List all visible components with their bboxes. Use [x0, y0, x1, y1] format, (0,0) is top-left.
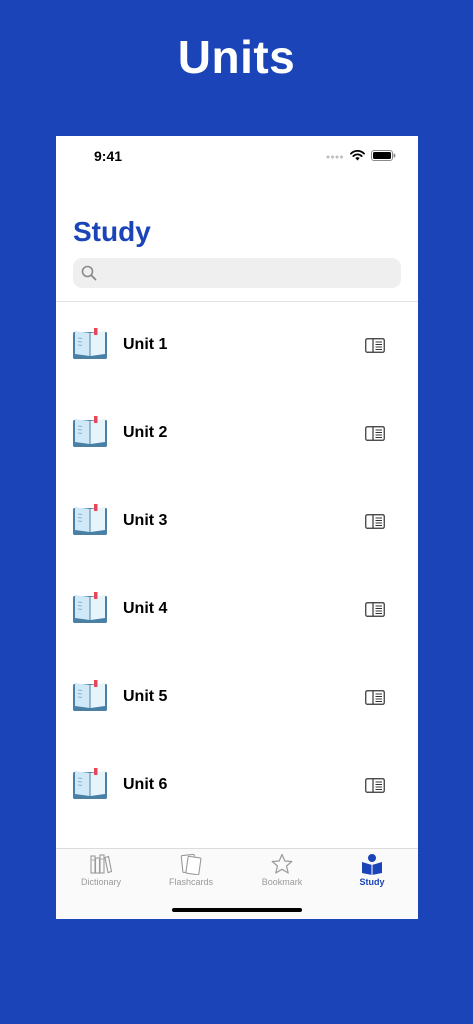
unit-list: Unit 1 Unit 2 Unit 3 Unit 4 Unit 5 Unit … — [56, 302, 418, 830]
unit-label: Unit 5 — [123, 688, 168, 705]
search-icon — [81, 265, 97, 281]
search-bar[interactable] — [73, 258, 401, 290]
tab-flashcards[interactable]: Flashcards — [146, 853, 236, 893]
open-book-icon — [73, 328, 107, 359]
study-reader-icon — [362, 854, 382, 875]
reader-icon[interactable] — [365, 602, 385, 617]
status-icons — [326, 150, 396, 161]
unit-row-1[interactable]: Unit 1 — [56, 302, 418, 390]
unit-row-4[interactable]: Unit 4 — [56, 566, 418, 654]
reader-icon[interactable] — [365, 690, 385, 705]
tab-dictionary[interactable]: Dictionary — [56, 853, 146, 893]
open-book-icon — [73, 680, 107, 711]
open-book-icon — [73, 416, 107, 447]
tab-study[interactable]: Study — [327, 853, 417, 893]
unit-label: Unit 6 — [123, 776, 168, 793]
unit-row-3[interactable]: Unit 3 — [56, 478, 418, 566]
open-book-icon — [73, 768, 107, 799]
battery-icon — [371, 150, 396, 161]
status-time: 9:41 — [94, 148, 123, 164]
cards-icon — [180, 853, 202, 875]
unit-label: Unit 4 — [123, 600, 168, 617]
unit-row-2[interactable]: Unit 2 — [56, 390, 418, 478]
open-book-icon — [73, 592, 107, 623]
reader-icon[interactable] — [365, 514, 385, 529]
page-title: Study — [73, 216, 151, 247]
unit-row-5[interactable]: Unit 5 — [56, 654, 418, 742]
status-bar: 9:41 — [56, 136, 418, 176]
home-indicator[interactable] — [172, 908, 302, 912]
unit-label: Unit 3 — [123, 512, 168, 529]
unit-row-6[interactable]: Unit 6 — [56, 742, 418, 830]
reader-icon[interactable] — [365, 778, 385, 793]
wifi-icon — [350, 150, 365, 161]
tab-label: Study — [359, 877, 385, 887]
hero-title: Units — [177, 31, 296, 83]
unit-label: Unit 1 — [123, 336, 168, 353]
tab-label: Bookmark — [261, 877, 303, 887]
phone-screen: 9:41 Study Unit 1 Unit 2 Unit 3 Unit 4 U… — [56, 136, 418, 919]
open-book-icon — [73, 504, 107, 535]
signal-icon — [326, 155, 343, 158]
tab-bookmark[interactable]: Bookmark — [237, 853, 327, 893]
star-icon — [271, 853, 293, 874]
reader-icon[interactable] — [365, 338, 385, 353]
search-input[interactable] — [103, 258, 397, 290]
tab-label: Flashcards — [168, 877, 213, 887]
tab-label: Dictionary — [80, 877, 121, 887]
books-icon — [90, 854, 113, 874]
unit-label: Unit 2 — [123, 424, 168, 441]
reader-icon[interactable] — [365, 426, 385, 441]
